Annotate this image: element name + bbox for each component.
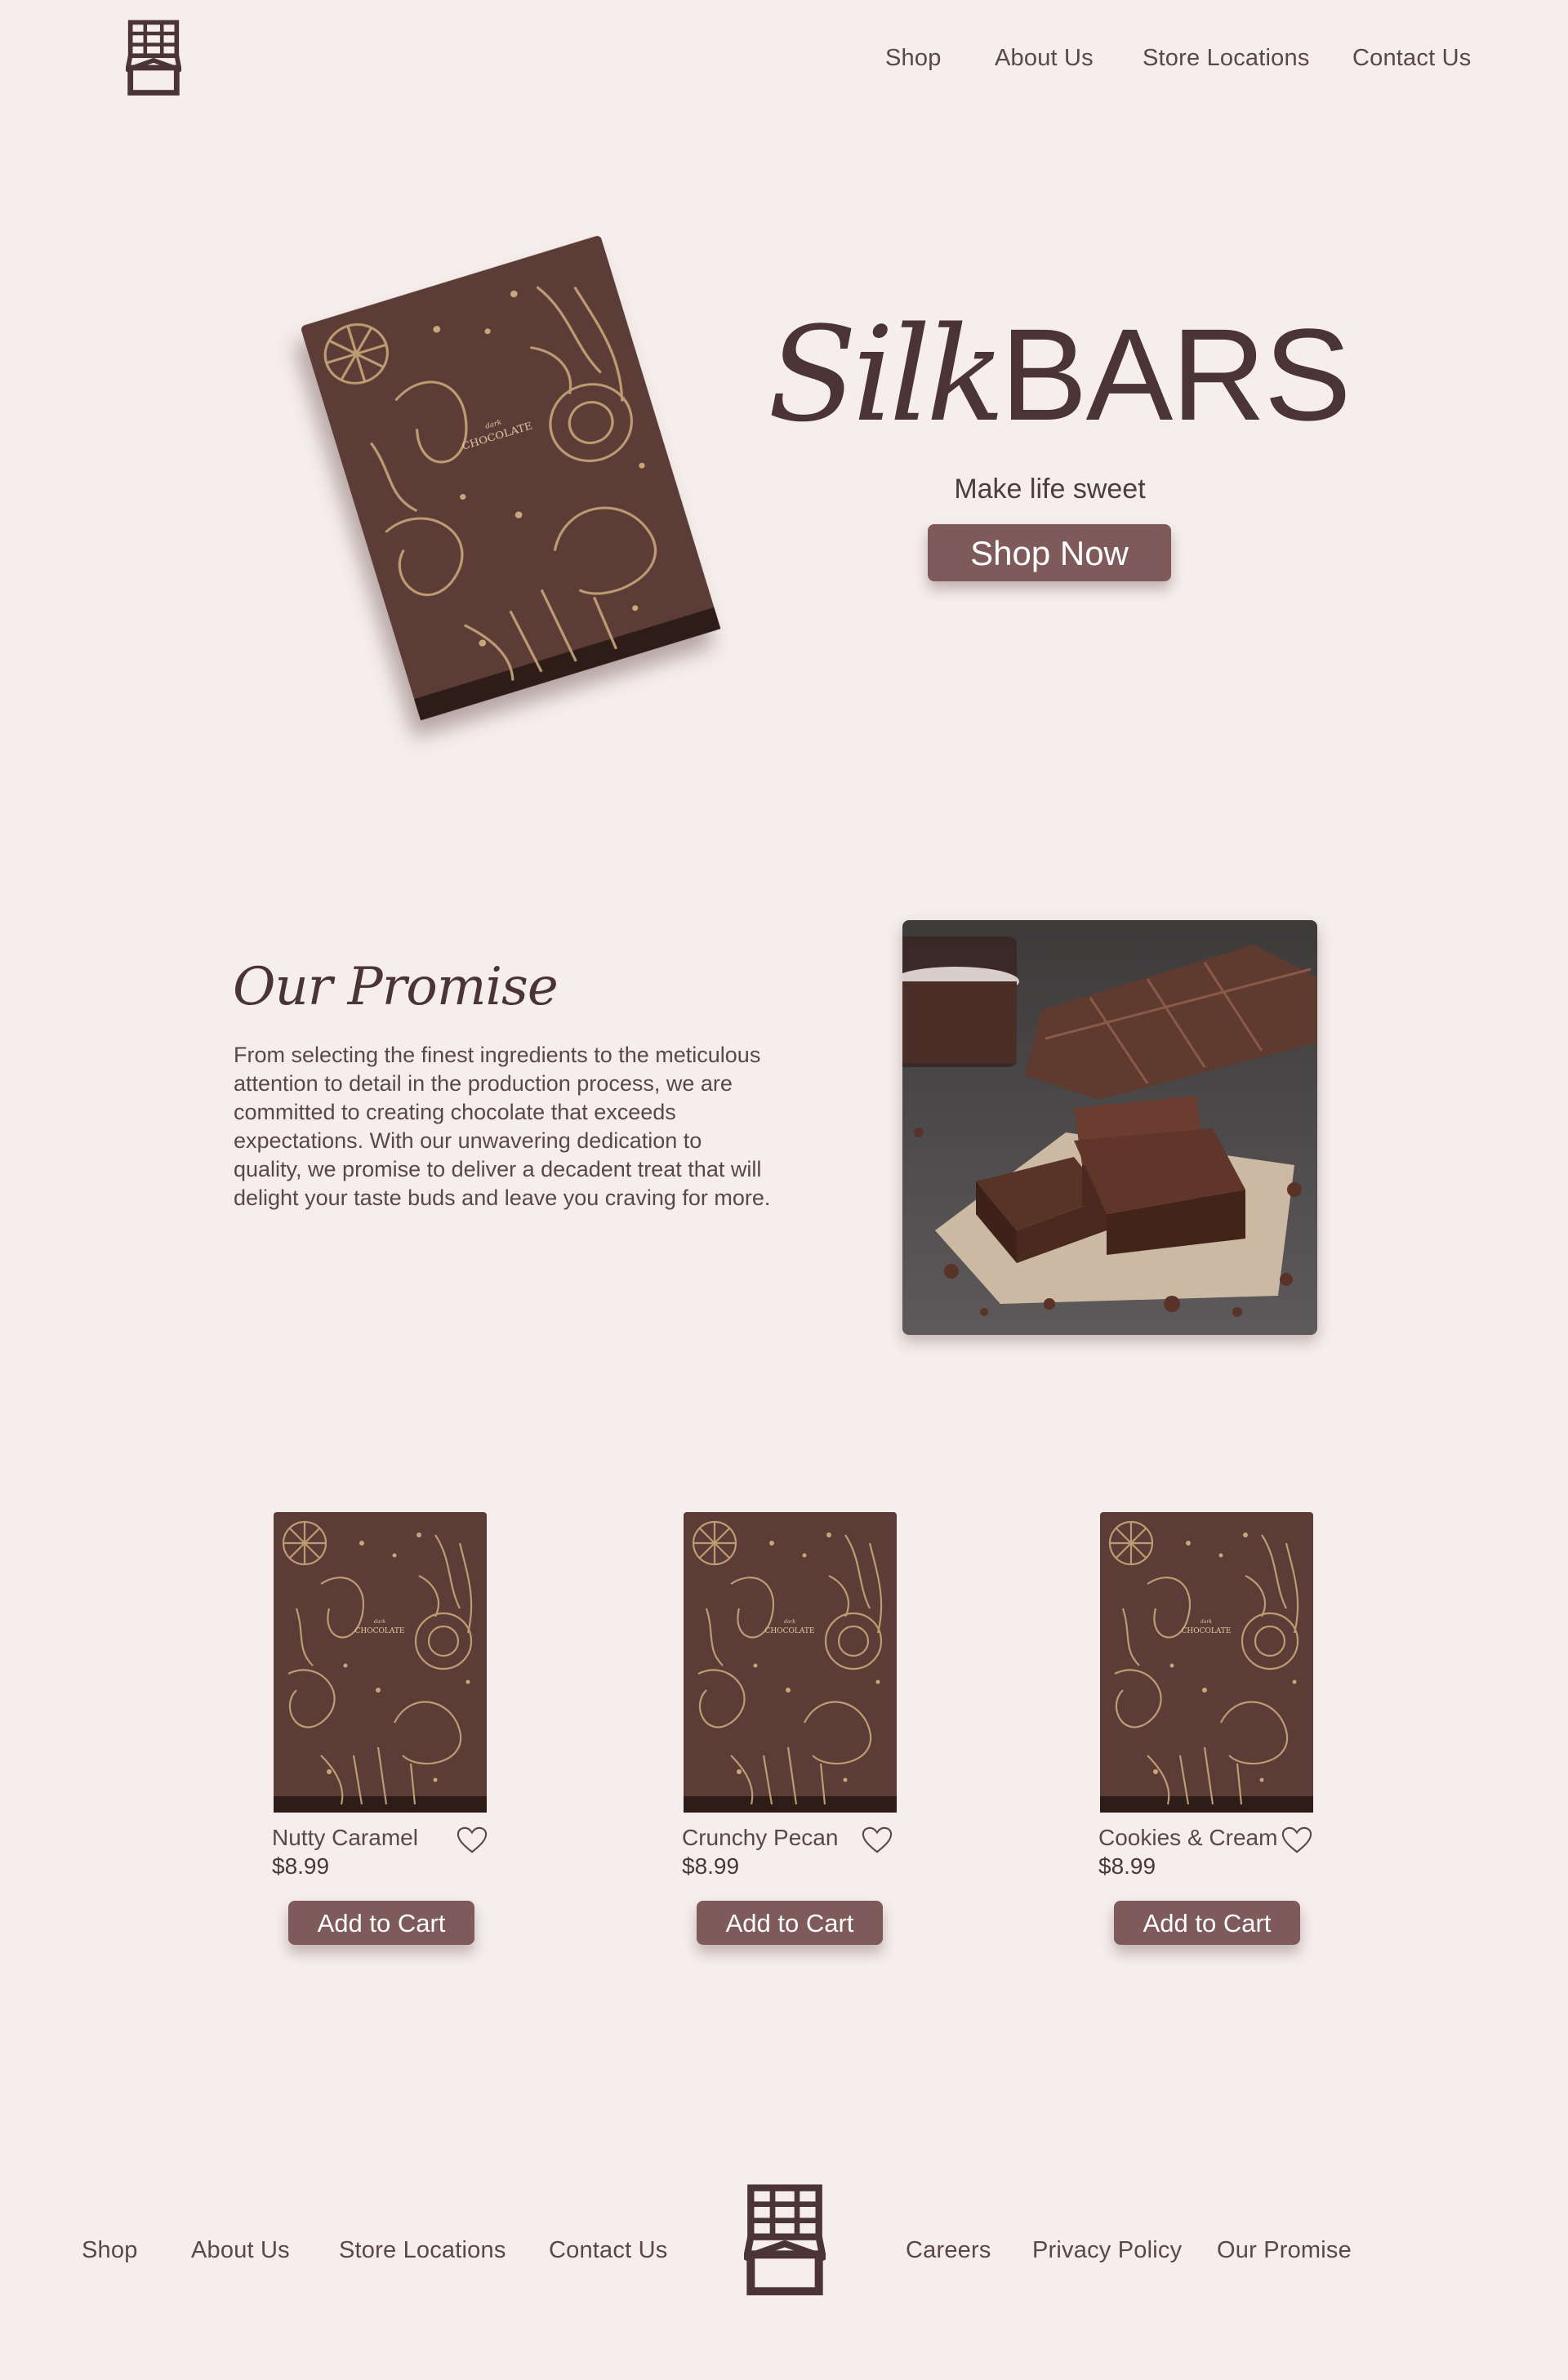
product-image[interactable] bbox=[1098, 1510, 1315, 1814]
nav-about-us[interactable]: About Us bbox=[995, 45, 1094, 72]
heart-icon[interactable] bbox=[457, 1826, 488, 1855]
hero-title-script: Silk bbox=[768, 298, 1005, 451]
header-logo-icon[interactable] bbox=[126, 19, 181, 96]
footer-nav-about-us[interactable]: About Us bbox=[191, 2237, 290, 2264]
footer-nav-careers[interactable]: Careers bbox=[906, 2237, 991, 2264]
add-to-cart-button[interactable]: Add to Cart bbox=[288, 1901, 474, 1945]
hero-tagline: Make life sweet bbox=[954, 474, 1146, 505]
product-name[interactable]: Crunchy Pecan bbox=[682, 1825, 838, 1851]
add-to-cart-button[interactable]: Add to Cart bbox=[697, 1901, 883, 1945]
hero-title-caps: BARS bbox=[1000, 301, 1352, 447]
footer-nav-contact-us[interactable]: Contact Us bbox=[549, 2237, 667, 2264]
footer-nav-privacy-policy[interactable]: Privacy Policy bbox=[1032, 2237, 1182, 2264]
product-image[interactable] bbox=[682, 1510, 898, 1814]
heart-icon[interactable] bbox=[862, 1826, 893, 1855]
hero-title: SilkBARS bbox=[768, 298, 1352, 451]
nav-store-locations[interactable]: Store Locations bbox=[1143, 45, 1310, 72]
promise-chocolate-photo bbox=[902, 920, 1317, 1335]
product-price: $8.99 bbox=[272, 1853, 330, 1879]
nav-shop[interactable]: Shop bbox=[885, 45, 942, 72]
add-to-cart-button[interactable]: Add to Cart bbox=[1114, 1901, 1300, 1945]
product-name[interactable]: Nutty Caramel bbox=[272, 1825, 418, 1851]
shop-now-button[interactable]: Shop Now bbox=[928, 524, 1171, 581]
heart-icon[interactable] bbox=[1281, 1826, 1312, 1855]
product-price: $8.99 bbox=[682, 1853, 740, 1879]
hero-chocolate-bar-image bbox=[297, 232, 724, 723]
promise-body: From selecting the finest ingredients to… bbox=[234, 1043, 771, 1210]
nav-contact-us[interactable]: Contact Us bbox=[1352, 45, 1471, 72]
footer-nav-store-locations[interactable]: Store Locations bbox=[339, 2237, 506, 2264]
promise-title: Our Promise bbox=[233, 957, 559, 1017]
product-name[interactable]: Cookies & Cream bbox=[1098, 1825, 1277, 1851]
chocolate-bar-icon[interactable] bbox=[744, 2178, 826, 2301]
product-image[interactable] bbox=[272, 1510, 488, 1814]
product-price: $8.99 bbox=[1098, 1853, 1156, 1879]
footer-nav-our-promise[interactable]: Our Promise bbox=[1217, 2237, 1352, 2264]
footer-nav-shop[interactable]: Shop bbox=[82, 2237, 138, 2264]
